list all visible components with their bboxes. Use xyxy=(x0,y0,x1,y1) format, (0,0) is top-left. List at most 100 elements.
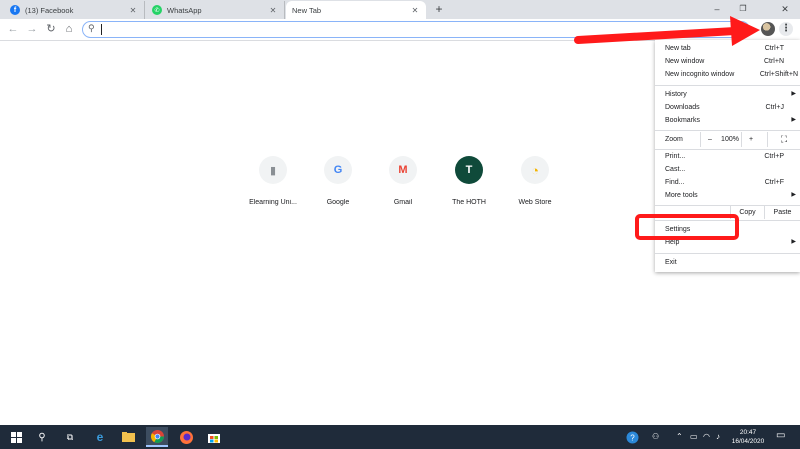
menu-label: Find... xyxy=(665,179,685,186)
shortcut-label: Gmail xyxy=(393,199,413,206)
clock-date: 16/04/2020 xyxy=(731,438,765,445)
menu-exit[interactable]: Exit xyxy=(655,256,800,269)
windows-taskbar: ⚲ ⧉ e ? ⚇ ⌃ ▭ ◠ ♪ 20:47 16/04/2020 ▭ xyxy=(0,425,800,449)
submenu-arrow-icon: ▶ xyxy=(791,192,796,198)
home-icon[interactable]: ⌂ xyxy=(62,22,76,36)
tab-title: (13) Facebook xyxy=(25,5,74,15)
tab-whatsapp[interactable]: ✆ WhatsApp ✕ xyxy=(146,1,285,19)
close-icon[interactable]: ✕ xyxy=(268,6,278,15)
shortcut-gmail[interactable]: M Gmail xyxy=(373,156,433,206)
menu-bookmarks[interactable]: Bookmarks ▶ xyxy=(655,114,800,127)
menu-label: History xyxy=(665,91,687,98)
text-caret xyxy=(101,24,102,35)
clock-time: 20:47 xyxy=(739,429,757,436)
taskbar-clock[interactable]: 20:47 16/04/2020 xyxy=(728,428,768,446)
web-store-icon: ◔ xyxy=(521,156,549,184)
menu-label: Downloads xyxy=(665,104,700,111)
forward-icon[interactable]: → xyxy=(25,22,39,36)
menu-label: New window xyxy=(665,58,705,65)
search-icon: ⚲ xyxy=(88,23,95,33)
menu-label: Exit xyxy=(665,259,677,266)
menu-shortcut: Ctrl+J xyxy=(765,104,784,111)
restore-icon[interactable]: ❐ xyxy=(732,1,754,17)
task-view-icon[interactable]: ⧉ xyxy=(62,429,78,445)
shortcut-label: Google xyxy=(326,199,350,206)
people-icon[interactable]: ⚇ xyxy=(652,432,659,441)
new-tab-button[interactable]: + xyxy=(432,2,446,16)
menu-cast[interactable]: Cast... xyxy=(655,163,800,176)
zoom-in-button[interactable]: + xyxy=(741,132,760,147)
elearning-icon: ▮ xyxy=(259,156,287,184)
tab-strip: f (13) Facebook ✕ ✆ WhatsApp ✕ New Tab ✕… xyxy=(0,0,800,19)
firefox-icon[interactable] xyxy=(178,429,194,445)
shortcut-elearning[interactable]: ▮ Elearning Uni... xyxy=(243,156,303,206)
shortcut-the-hoth[interactable]: T The HOTH xyxy=(439,156,499,206)
menu-shortcut: Ctrl+T xyxy=(764,45,784,52)
help-tray-icon[interactable]: ? xyxy=(624,429,640,445)
hoth-icon: T xyxy=(455,156,483,184)
submenu-arrow-icon: ▶ xyxy=(791,239,796,245)
menu-new-incognito[interactable]: New incognito window Ctrl+Shift+N xyxy=(655,68,800,81)
address-bar[interactable]: ⚲ xyxy=(82,21,750,38)
shortcut-google[interactable]: G Google xyxy=(308,156,368,206)
menu-label: Zoom xyxy=(665,136,683,143)
search-icon[interactable]: ⚲ xyxy=(34,429,50,445)
shortcut-label: Elearning Uni... xyxy=(249,199,297,206)
google-icon: G xyxy=(324,156,352,184)
chrome-taskbar-icon[interactable] xyxy=(146,427,168,447)
browser-screenshot: f (13) Facebook ✕ ✆ WhatsApp ✕ New Tab ✕… xyxy=(0,0,800,449)
menu-history[interactable]: History ▶ xyxy=(655,88,800,101)
reload-icon[interactable]: ↻ xyxy=(44,22,58,36)
whatsapp-icon: ✆ xyxy=(152,5,162,15)
back-icon[interactable]: ← xyxy=(6,22,20,36)
tab-facebook[interactable]: f (13) Facebook ✕ xyxy=(4,1,145,19)
battery-icon[interactable]: ▭ xyxy=(690,432,698,441)
tab-new-tab[interactable]: New Tab ✕ xyxy=(286,1,426,19)
edge-icon[interactable]: e xyxy=(92,429,108,445)
menu-find[interactable]: Find... Ctrl+F xyxy=(655,176,800,189)
close-icon[interactable]: ✕ xyxy=(128,6,138,15)
shortcut-label: The HOTH xyxy=(452,199,486,206)
tab-title: New Tab xyxy=(292,5,322,15)
store-icon[interactable] xyxy=(206,429,222,445)
profile-avatar[interactable] xyxy=(761,22,775,36)
menu-shortcut: Ctrl+Shift+N xyxy=(759,71,798,78)
menu-more-tools[interactable]: More tools ▶ xyxy=(655,189,800,202)
menu-shortcut: Ctrl+F xyxy=(764,179,784,186)
minimize-icon[interactable]: – xyxy=(706,1,728,17)
menu-new-window[interactable]: New window Ctrl+N xyxy=(655,55,800,68)
address-input[interactable] xyxy=(101,24,721,35)
facebook-icon: f xyxy=(10,5,20,15)
zoom-level: 100% xyxy=(721,136,739,143)
menu-divider xyxy=(655,130,800,131)
notifications-icon[interactable]: ▭ xyxy=(776,430,785,441)
tab-title: WhatsApp xyxy=(167,5,202,15)
tray-chevron-icon[interactable]: ⌃ xyxy=(676,432,683,441)
paste-button[interactable]: Paste xyxy=(764,206,800,219)
submenu-arrow-icon: ▶ xyxy=(791,117,796,123)
close-icon[interactable]: ✕ xyxy=(410,6,420,15)
toolbar: ← → ↻ ⌂ ⚲ ⋮ xyxy=(0,19,800,41)
menu-label: Bookmarks xyxy=(665,117,701,124)
menu-divider xyxy=(655,85,800,86)
settings-highlight-box xyxy=(635,214,739,240)
menu-print[interactable]: Print... Ctrl+P xyxy=(655,150,800,163)
menu-label: More tools xyxy=(665,192,698,199)
window-close-icon[interactable]: ✕ xyxy=(774,1,796,17)
zoom-out-button[interactable]: – xyxy=(700,132,719,147)
menu-label: Print... xyxy=(665,153,686,160)
menu-new-tab[interactable]: New tab Ctrl+T xyxy=(655,42,800,55)
file-explorer-icon[interactable] xyxy=(120,429,136,445)
menu-downloads[interactable]: Downloads Ctrl+J xyxy=(655,101,800,114)
windows-start-icon[interactable] xyxy=(8,429,24,445)
fullscreen-icon[interactable]: ⛶ xyxy=(767,132,800,147)
menu-divider xyxy=(655,253,800,254)
shortcut-web-store[interactable]: ◔ Web Store xyxy=(505,156,565,206)
shortcut-label: Web Store xyxy=(518,199,552,206)
wifi-icon[interactable]: ◠ xyxy=(703,432,710,441)
menu-label: New incognito window xyxy=(665,71,735,78)
menu-kebab-icon[interactable]: ⋮ xyxy=(779,22,793,36)
svg-text:?: ? xyxy=(630,433,635,442)
volume-icon[interactable]: ♪ xyxy=(716,432,720,441)
menu-shortcut: Ctrl+N xyxy=(763,58,784,65)
